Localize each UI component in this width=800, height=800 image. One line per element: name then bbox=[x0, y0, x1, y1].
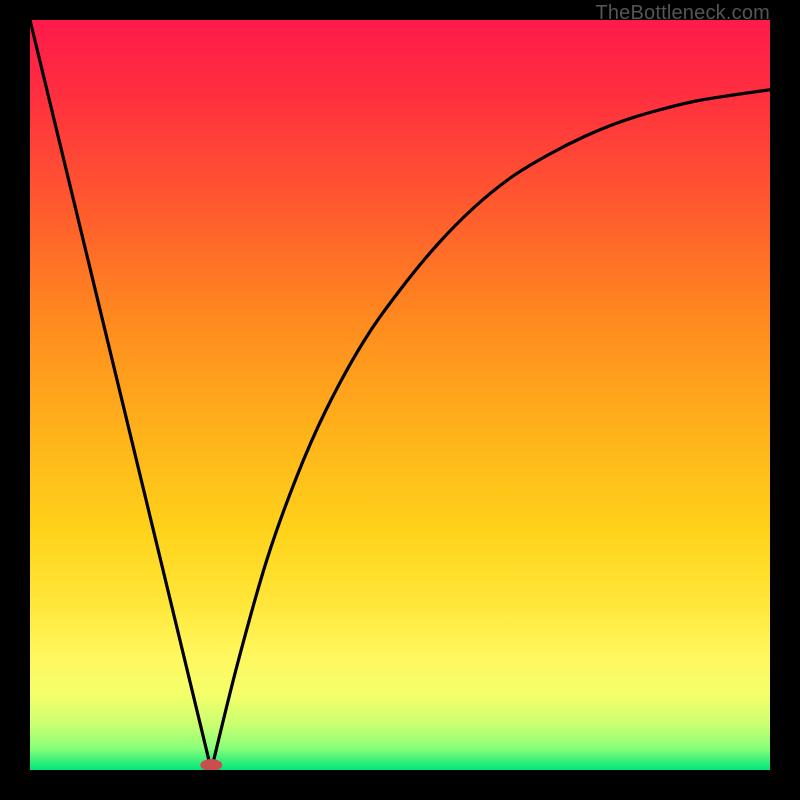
gradient-background bbox=[30, 20, 770, 770]
chart-frame bbox=[30, 20, 770, 770]
bottleneck-chart bbox=[30, 20, 770, 770]
